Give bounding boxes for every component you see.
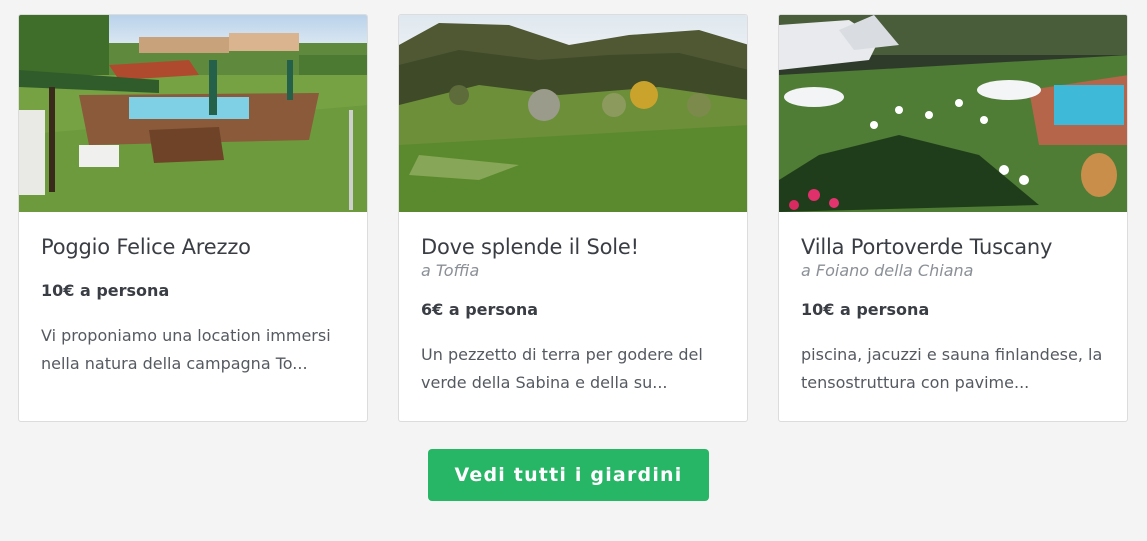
card-title[interactable]: Villa Portoverde Tuscany <box>801 234 1105 260</box>
card-photo-pool-garden[interactable] <box>19 15 368 212</box>
garden-card-villa-portoverde[interactable]: Villa Portoverde Tuscany a Foiano della … <box>778 14 1128 422</box>
card-photo-villa-pool-evening[interactable] <box>779 15 1128 212</box>
card-location: a Foiano della Chiana <box>801 261 974 280</box>
card-description: Un pezzetto di terra per godere del verd… <box>421 345 703 392</box>
see-all-gardens-button[interactable]: Vedi tutti i giardini <box>427 449 710 501</box>
card-location: a Toffia <box>421 261 480 280</box>
card-price: 6€ a persona <box>421 300 539 319</box>
cta-container: Vedi tutti i giardini <box>0 449 1147 501</box>
card-photo-hill-meadow[interactable] <box>399 15 748 212</box>
card-price: 10€ a persona <box>41 281 170 300</box>
card-body: Poggio Felice Arezzo 10€ a persona Vi pr… <box>19 212 367 378</box>
garden-cards: Poggio Felice Arezzo 10€ a persona Vi pr… <box>18 14 1128 422</box>
card-description: piscina, jacuzzi e sauna finlandese, la … <box>801 345 1103 392</box>
card-title[interactable]: Poggio Felice Arezzo <box>41 234 345 260</box>
card-body: Dove splende il Sole! a Toffia 6€ a pers… <box>399 212 747 397</box>
garden-card-dove-splende-il-sole[interactable]: Dove splende il Sole! a Toffia 6€ a pers… <box>398 14 748 422</box>
card-price: 10€ a persona <box>801 300 930 319</box>
card-body: Villa Portoverde Tuscany a Foiano della … <box>779 212 1127 397</box>
garden-card-poggio-felice[interactable]: Poggio Felice Arezzo 10€ a persona Vi pr… <box>18 14 368 422</box>
card-description: Vi proponiamo una location immersi nella… <box>41 326 331 373</box>
card-title[interactable]: Dove splende il Sole! <box>421 234 725 260</box>
